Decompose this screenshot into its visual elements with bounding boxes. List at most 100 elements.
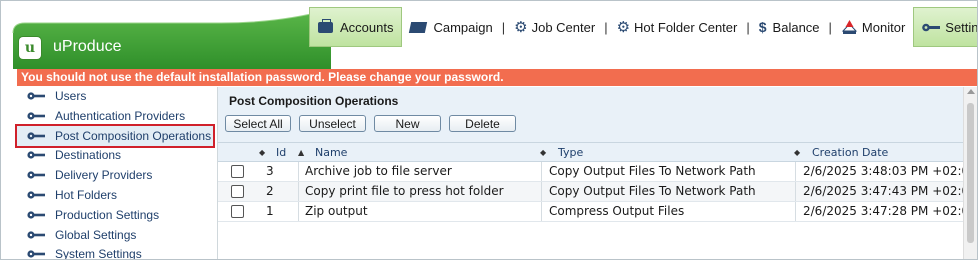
nav-balance[interactable]: $ Balance xyxy=(751,7,828,47)
nav-balance-label: Balance xyxy=(772,19,820,35)
column-divider xyxy=(298,162,299,181)
column-header-id[interactable]: Id xyxy=(276,146,286,159)
scroll-thumb[interactable] xyxy=(967,103,974,243)
sidebar-item-label: System Settings xyxy=(55,247,142,260)
sidebar-item-global-settings[interactable]: Global Settings xyxy=(17,226,217,244)
column-header-name[interactable]: Name xyxy=(315,146,347,159)
column-divider xyxy=(795,202,796,221)
sidebar-item-label: Global Settings xyxy=(55,228,137,242)
wrench-icon xyxy=(27,171,45,179)
header: u uProduce Accounts Campaign | ⚙ Job Cen… xyxy=(1,1,977,69)
select-all-button[interactable]: Select All xyxy=(225,115,291,132)
table-row[interactable]: 3 Archive job to file server Copy Output… xyxy=(218,162,977,182)
row-type: Copy Output Files To Network Path xyxy=(549,164,756,178)
wrench-icon xyxy=(27,211,45,219)
sort-icon[interactable]: ◆ xyxy=(259,148,265,157)
row-creation-date: 2/6/2025 3:48:03 PM +02:00 xyxy=(803,164,977,178)
wrench-icon xyxy=(27,250,45,258)
password-warning-banner: You should not use the default installat… xyxy=(17,69,977,86)
row-name: Archive job to file server xyxy=(305,164,452,178)
new-button[interactable]: New xyxy=(374,115,441,132)
row-type: Copy Output Files To Network Path xyxy=(549,184,756,198)
nav-job-center[interactable]: ⚙ Job Center xyxy=(506,7,603,47)
gear-icon: ⚙ xyxy=(616,19,631,36)
column-header-creation-date[interactable]: Creation Date xyxy=(812,146,888,159)
column-divider xyxy=(541,162,542,181)
monitor-alert-icon xyxy=(841,19,858,34)
brand-tab: u uProduce xyxy=(1,9,331,69)
sidebar-item-label: Authentication Providers xyxy=(55,109,186,123)
wrench-icon xyxy=(27,92,45,100)
column-divider xyxy=(298,202,299,221)
sort-icon[interactable]: ◆ xyxy=(794,148,800,157)
row-checkbox[interactable] xyxy=(231,205,244,218)
briefcase-icon xyxy=(318,18,333,33)
nav-monitor[interactable]: Monitor xyxy=(833,7,913,47)
top-nav: Accounts Campaign | ⚙ Job Center | ⚙ Hot… xyxy=(309,7,978,47)
sidebar-item-label: Hot Folders xyxy=(55,188,118,202)
nav-accounts-label: Accounts xyxy=(340,19,394,35)
sort-asc-icon[interactable]: ▲ xyxy=(298,148,304,157)
delete-button[interactable]: Delete xyxy=(449,115,516,132)
app-logo-icon: u xyxy=(19,37,41,59)
sidebar-item-hot-folders[interactable]: Hot Folders xyxy=(17,186,217,204)
table-row[interactable]: 2 Copy print file to press hot folder Co… xyxy=(218,182,977,202)
wrench-icon xyxy=(27,112,45,120)
nav-campaign[interactable]: Campaign xyxy=(402,7,500,47)
row-id: 2 xyxy=(266,184,274,198)
nav-settings[interactable]: Settings xyxy=(913,7,978,47)
row-creation-date: 2/6/2025 3:47:28 PM +02:00 xyxy=(803,204,977,218)
wrench-icon xyxy=(27,132,45,140)
gear-icon: ⚙ xyxy=(514,19,528,36)
sidebar-item-users[interactable]: Users xyxy=(17,87,217,105)
row-creation-date: 2/6/2025 3:47:43 PM +02:00 xyxy=(803,184,977,198)
wrench-icon xyxy=(27,151,45,159)
vertical-scrollbar[interactable] xyxy=(963,87,977,259)
sidebar-item-label: Destinations xyxy=(55,148,122,162)
app-title: uProduce xyxy=(53,38,122,55)
sidebar-item-label: Users xyxy=(55,89,87,103)
row-name: Zip output xyxy=(305,204,368,218)
sort-icon[interactable]: ◆ xyxy=(540,148,546,157)
nav-hot-folder-center[interactable]: ⚙ Hot Folder Center xyxy=(609,7,746,47)
nav-campaign-label: Campaign xyxy=(433,19,493,35)
column-divider xyxy=(541,182,542,201)
nav-settings-label: Settings xyxy=(945,19,978,35)
row-type: Compress Output Files xyxy=(549,204,685,218)
column-divider xyxy=(541,202,542,221)
nav-job-center-label: Job Center xyxy=(531,19,596,35)
app-window: u uProduce Accounts Campaign | ⚙ Job Cen… xyxy=(0,0,978,260)
settings-sidebar: Users Authentication Providers Post Comp… xyxy=(15,87,218,260)
row-checkbox[interactable] xyxy=(231,165,244,178)
panel-header: Post Composition Operations Select All U… xyxy=(218,87,977,143)
sidebar-item-destinations[interactable]: Destinations xyxy=(17,146,217,164)
unselect-button[interactable]: Unselect xyxy=(299,115,366,132)
dollar-icon: $ xyxy=(758,19,767,35)
column-header-type[interactable]: Type xyxy=(558,146,583,159)
wrench-icon xyxy=(922,23,941,31)
sidebar-item-label: Post Composition Operations xyxy=(55,129,212,143)
nav-accounts[interactable]: Accounts xyxy=(309,7,403,47)
row-id: 3 xyxy=(266,164,274,178)
sidebar-item-production-settings[interactable]: Production Settings xyxy=(17,206,217,224)
sidebar-item-label: Delivery Providers xyxy=(55,168,153,182)
nav-monitor-label: Monitor xyxy=(861,19,906,35)
sidebar-item-authentication-providers[interactable]: Authentication Providers xyxy=(17,107,217,125)
sidebar-item-system-settings[interactable]: System Settings xyxy=(17,245,217,260)
sidebar-item-delivery-providers[interactable]: Delivery Providers xyxy=(17,166,217,184)
column-divider xyxy=(298,182,299,201)
column-divider xyxy=(795,182,796,201)
wrench-icon xyxy=(27,231,45,239)
sidebar-item-label: Production Settings xyxy=(55,208,160,222)
scroll-up-icon[interactable] xyxy=(967,89,975,94)
row-name: Copy print file to press hot folder xyxy=(305,184,504,198)
main-panel: Post Composition Operations Select All U… xyxy=(218,87,977,259)
campaign-icon xyxy=(409,21,428,33)
sidebar-item-post-composition-operations[interactable]: Post Composition Operations xyxy=(15,124,215,148)
table-header: ◆ Id ▲ Name ◆ Type ◆ Creation Date xyxy=(218,143,977,162)
nav-hot-folder-center-label: Hot Folder Center xyxy=(634,19,738,35)
table-row[interactable]: 1 Zip output Compress Output Files 2/6/2… xyxy=(218,202,977,222)
row-checkbox[interactable] xyxy=(231,185,244,198)
page-title: Post Composition Operations xyxy=(229,94,399,108)
row-id: 1 xyxy=(266,204,274,218)
